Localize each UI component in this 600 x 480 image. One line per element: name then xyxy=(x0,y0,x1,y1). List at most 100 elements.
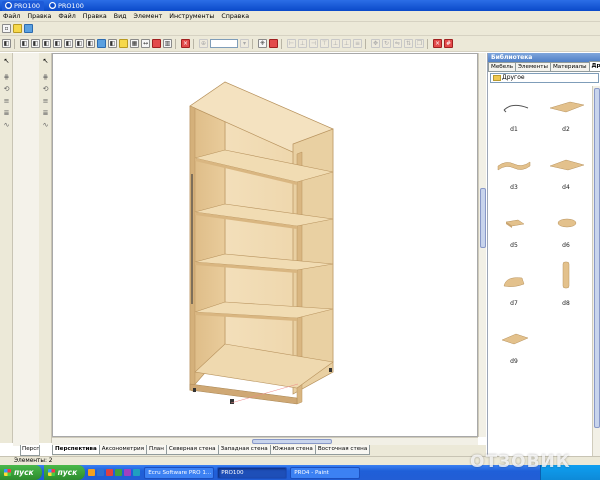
quick-launch-icon[interactable] xyxy=(133,469,141,476)
grid-snap-icon[interactable]: # xyxy=(444,39,453,48)
save-icon[interactable] xyxy=(24,24,33,33)
library-scrollbar[interactable] xyxy=(592,86,600,456)
zoom-input[interactable] xyxy=(210,39,238,48)
distribute-tool-icon[interactable]: ≣ xyxy=(2,109,11,118)
magnet-tool-icon[interactable]: ∿ xyxy=(41,121,50,130)
scroll-thumb[interactable] xyxy=(252,439,332,444)
tab-west-wall[interactable]: Западная стена xyxy=(217,445,271,455)
title-tab-pro100-second[interactable]: ● PRO100 xyxy=(46,1,88,11)
copy-icon[interactable]: ❐ xyxy=(415,39,424,48)
taskbar-task-pro100[interactable]: PRO100 xyxy=(217,466,288,479)
menu-file[interactable]: Файл xyxy=(0,13,24,20)
library-item-d1[interactable]: d1 xyxy=(488,86,540,144)
quick-launch-icon[interactable] xyxy=(124,469,132,476)
rotate-icon[interactable]: ↻ xyxy=(382,39,391,48)
quick-launch-icon[interactable] xyxy=(115,469,123,476)
menu-help[interactable]: Справка xyxy=(218,13,253,20)
dropdown-icon[interactable]: ▾ xyxy=(240,39,249,48)
magnet-tool-icon[interactable]: ∿ xyxy=(2,121,11,130)
menu-file-2[interactable]: Файл xyxy=(55,13,79,20)
new-file-icon[interactable]: ▫ xyxy=(2,24,11,33)
dimension-icon[interactable]: ↔ xyxy=(141,39,150,48)
tab-perspective[interactable]: Перспектива xyxy=(52,445,100,455)
left-view-tab[interactable]: Персп xyxy=(20,445,40,456)
align-top-icon[interactable]: ⊤ xyxy=(320,39,329,48)
taskbar-task-paint[interactable]: PRO4 - Paint xyxy=(290,466,361,479)
library-item-d4[interactable]: d4 xyxy=(540,144,592,202)
cube-view-icon[interactable]: ◧ xyxy=(64,39,73,48)
snap-grid-icon[interactable]: ⁜ xyxy=(258,39,267,48)
solid-cube-icon[interactable] xyxy=(97,39,106,48)
pointer-icon[interactable]: ↖ xyxy=(41,57,50,66)
category-select[interactable]: Другое xyxy=(490,73,599,83)
align-tool-icon[interactable]: ≡ xyxy=(2,97,11,106)
align-center-icon[interactable]: ⊥ xyxy=(298,39,307,48)
library-item-d9[interactable]: d9 xyxy=(488,318,540,376)
tab-furniture[interactable]: Мебель xyxy=(488,62,517,71)
rotate-tool-icon[interactable]: ⟲ xyxy=(41,85,50,94)
snap-icon[interactable]: ⋕ xyxy=(41,73,50,82)
cube-view-icon[interactable]: ◧ xyxy=(75,39,84,48)
light-bulb-icon[interactable] xyxy=(119,39,128,48)
tab-plan[interactable]: План xyxy=(146,445,167,455)
menu-edit[interactable]: Правка xyxy=(24,13,55,20)
tab-other[interactable]: Другое xyxy=(588,61,600,71)
quick-launch-icon[interactable] xyxy=(97,469,105,476)
start-button[interactable]: пуск xyxy=(0,465,42,480)
cube-view-icon[interactable]: ◧ xyxy=(31,39,40,48)
tab-north-wall[interactable]: Северная стена xyxy=(165,445,219,455)
distribute-tool-icon[interactable]: ≣ xyxy=(41,109,50,118)
viewport-vertical-scrollbar[interactable] xyxy=(478,53,486,437)
taskbar-task-ecru[interactable]: Ecru Software PRO 1... xyxy=(144,466,215,479)
mirror-icon[interactable]: ⇋ xyxy=(393,39,402,48)
library-item-d3[interactable]: d3 xyxy=(488,144,540,202)
align-right-icon[interactable]: ⊣ xyxy=(309,39,318,48)
distribute-icon[interactable]: ≡ xyxy=(353,39,362,48)
viewport-horizontal-scrollbar[interactable] xyxy=(52,437,478,445)
cube-view-icon[interactable]: ◧ xyxy=(86,39,95,48)
start-button-duplicate[interactable]: пуск xyxy=(43,465,86,480)
stop-icon[interactable]: × xyxy=(181,39,190,48)
scroll-thumb[interactable] xyxy=(594,88,600,428)
cube-tool-icon[interactable]: ◧ xyxy=(2,39,11,48)
tab-elements[interactable]: Элементы xyxy=(515,62,551,71)
pointer-icon[interactable]: ↖ xyxy=(2,57,11,66)
rotate-tool-icon[interactable]: ⟲ xyxy=(2,85,11,94)
cube-view-icon[interactable]: ◧ xyxy=(108,39,117,48)
library-item-d8[interactable]: d8 xyxy=(540,260,592,318)
snap-toggle-icon[interactable] xyxy=(269,39,278,48)
snap-icon[interactable]: ⋕ xyxy=(2,73,11,82)
tab-materials[interactable]: Материалы xyxy=(549,62,590,71)
open-folder-icon[interactable] xyxy=(13,24,22,33)
render-icon[interactable] xyxy=(152,39,161,48)
perspective-viewport[interactable] xyxy=(52,53,478,437)
quick-launch-icon[interactable] xyxy=(88,469,96,476)
tab-axonometry[interactable]: Аксонометрия xyxy=(98,445,147,455)
align-bottom-icon[interactable]: ⊥ xyxy=(342,39,351,48)
menu-tools[interactable]: Инструменты xyxy=(166,13,218,20)
library-item-d7[interactable]: d7 xyxy=(488,260,540,318)
align-tool-icon[interactable]: ≡ xyxy=(41,97,50,106)
grid-icon[interactable]: ▦ xyxy=(130,39,139,48)
flip-icon[interactable]: ⇅ xyxy=(404,39,413,48)
zoom-icon[interactable]: ⊕ xyxy=(199,39,208,48)
cube-view-icon[interactable]: ◧ xyxy=(42,39,51,48)
library-item-d5[interactable]: d5 xyxy=(488,202,540,260)
cube-view-icon[interactable]: ◧ xyxy=(20,39,29,48)
scroll-thumb[interactable] xyxy=(480,188,486,248)
menu-view[interactable]: Вид xyxy=(111,13,131,20)
menu-element[interactable]: Элемент xyxy=(131,13,167,20)
tab-east-wall[interactable]: Восточная стена xyxy=(314,445,371,455)
delete-icon[interactable]: × xyxy=(433,39,442,48)
quick-launch-icon[interactable] xyxy=(106,469,114,476)
hatch-icon[interactable]: ▥ xyxy=(163,39,172,48)
library-item-d2[interactable]: d2 xyxy=(540,86,592,144)
align-left-icon[interactable]: ⊢ xyxy=(287,39,296,48)
move-icon[interactable]: ✥ xyxy=(371,39,380,48)
menu-edit-2[interactable]: Правка xyxy=(80,13,111,20)
bookcase-model[interactable] xyxy=(53,54,479,438)
tab-south-wall[interactable]: Южная стена xyxy=(269,445,316,455)
cube-view-icon[interactable]: ◧ xyxy=(53,39,62,48)
library-item-d6[interactable]: d6 xyxy=(540,202,592,260)
align-middle-icon[interactable]: ⊥ xyxy=(331,39,340,48)
